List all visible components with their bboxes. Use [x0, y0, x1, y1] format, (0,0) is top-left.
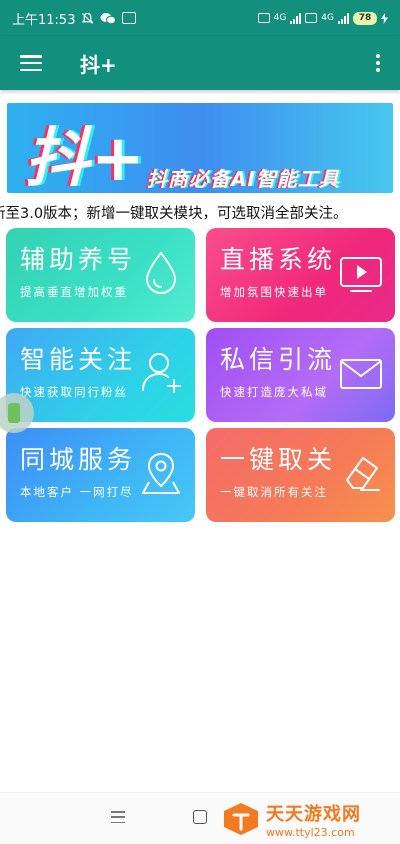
card-title: 直播系统 [220, 245, 337, 274]
card-title: 私信引流 [220, 345, 337, 374]
card-title: 一键取关 [220, 445, 337, 474]
network-type-1: 4G [273, 13, 287, 23]
watermark-url: www.ttyl23.com [266, 825, 355, 839]
phone-icon [8, 403, 20, 423]
battery-indicator: 78 [353, 11, 377, 25]
watermark-logo-icon [224, 803, 258, 835]
home-icon[interactable] [193, 810, 207, 824]
card-smart-follow[interactable]: 智能关注 快速获取同行粉丝 [6, 328, 195, 422]
hd-icon [257, 13, 270, 23]
update-notice: 新至3.0版本；新增一键取关模块，可选取消全部关注。 [0, 202, 400, 226]
card-subtitle: 提高垂直增加权重 [20, 285, 128, 299]
notice-text: 新至3.0版本；新增一键取关模块，可选取消全部关注。 [0, 206, 348, 222]
menu-icon[interactable] [20, 55, 42, 71]
hd-icon-2 [305, 13, 318, 23]
status-bar: 上午11:53 4G 4G 78 [0, 0, 400, 36]
card-subtitle: 一键取消所有关注 [220, 485, 328, 499]
signal-icon-2 [338, 12, 349, 24]
add-user-icon [142, 353, 181, 393]
card-subtitle: 本地客户 一网打尽 [20, 485, 134, 499]
site-watermark: 天天游戏网 www.ttyl23.com [222, 796, 400, 842]
eraser-icon [346, 457, 380, 491]
floating-assistant-button[interactable] [0, 393, 34, 433]
card-one-click-unfollow[interactable]: 一键取关 一键取消所有关注 [206, 428, 395, 522]
signal-icon [290, 12, 302, 24]
app-bar: 抖+ [0, 36, 400, 90]
card-local-service[interactable]: 同城服务 本地客户 一网打尽 [6, 428, 195, 522]
banner-tagline: 抖商必备AI智能工具 [147, 167, 340, 191]
card-account-nurturing[interactable]: 辅助养号 提高垂直增加权重 [6, 228, 195, 322]
more-options-icon[interactable] [368, 54, 388, 72]
card-title: 智能关注 [20, 345, 137, 374]
card-title: 同城服务 [20, 445, 137, 474]
card-subtitle: 快速打造庞大私域 [220, 385, 328, 399]
mute-bell-icon [82, 12, 94, 24]
charging-icon [381, 12, 388, 24]
mail-icon [340, 359, 382, 389]
app-title: 抖+ [80, 52, 117, 77]
card-subtitle: 增加氛围快速出单 [220, 285, 328, 299]
wechat-icon [100, 12, 117, 24]
card-private-message[interactable]: 私信引流 快速打造庞大私域 [206, 328, 395, 422]
recent-apps-icon[interactable] [111, 811, 125, 823]
card-title: 辅助养号 [20, 245, 137, 274]
card-live-streaming[interactable]: 直播系统 增加氛围快速出单 [206, 228, 395, 322]
banner-logo: 抖+ [25, 122, 147, 193]
status-time: 上午11:53 [12, 12, 76, 28]
gallery-icon [122, 12, 137, 24]
watermark-name: 天天游戏网 [266, 803, 361, 825]
drop-icon [145, 251, 177, 295]
card-subtitle: 快速获取同行粉丝 [20, 385, 128, 399]
location-icon [142, 452, 180, 494]
promo-banner: 抖+ 抖商必备AI智能工具 [7, 103, 393, 193]
play-icon [340, 257, 382, 292]
network-type-2: 4G [321, 13, 334, 23]
